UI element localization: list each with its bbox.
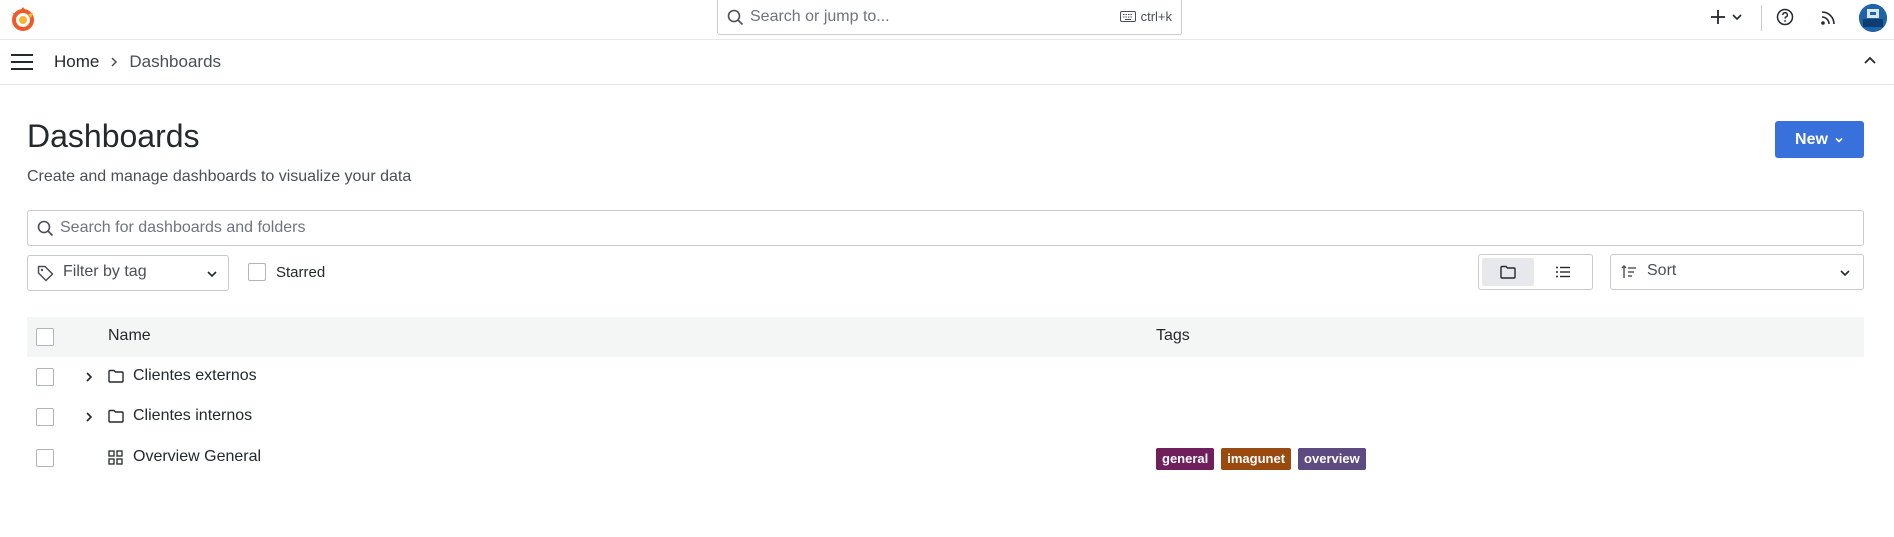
breadcrumb-home-link[interactable]: Home [54,52,99,72]
list-view-button[interactable] [1537,258,1589,286]
chevron-right-icon[interactable] [83,370,95,384]
page-subtitle: Create and manage dashboards to visualiz… [27,168,412,185]
menu-icon[interactable] [10,53,34,71]
select-all-checkbox[interactable] [36,328,54,346]
page-title: Dashboards [27,118,200,154]
folder-view-button[interactable] [1482,258,1534,286]
sort-icon [1621,265,1636,278]
search-shortcut: ctrl+k [1119,9,1172,24]
tag-filter-placeholder: Filter by tag [63,263,147,280]
row-checkbox[interactable] [36,449,54,467]
topbar-divider [1761,5,1762,31]
column-header-tags: Tags [1156,327,1190,344]
breadcrumb-current: Dashboards [129,52,222,71]
dashboard-search-input[interactable]: Search for dashboards and folders [27,210,1864,246]
breadcrumb-bar: Home Dashboards [0,40,1894,85]
dashboard-search-placeholder: Search for dashboards and folders [60,219,306,236]
starred-checkbox[interactable] [248,263,266,281]
row-name-link[interactable]: Overview General [133,448,261,466]
tag-filter-select[interactable]: Filter by tag [27,255,229,291]
sort-select[interactable]: Sort [1610,254,1864,290]
keyboard-icon [1119,11,1136,22]
chevron-down-icon [207,271,217,278]
row-checkbox[interactable] [36,368,54,386]
chevron-down-icon [1732,14,1742,21]
row-name-link[interactable]: Clientes internos [133,407,252,425]
table-row[interactable]: Clientes externos [27,357,1864,397]
starred-label: Starred [276,263,326,281]
tag-badge[interactable]: general [1156,448,1215,470]
table-row[interactable]: Overview General general imagunet overvi… [27,438,1864,478]
sort-placeholder: Sort [1647,262,1677,279]
chevron-right-icon[interactable] [83,410,95,424]
row-name-link[interactable]: Clientes externos [133,367,257,385]
search-icon [727,9,744,26]
user-avatar[interactable] [1859,4,1887,32]
help-icon [1776,8,1794,26]
folder-icon [108,369,124,383]
tag-badge[interactable]: overview [1298,448,1366,470]
add-menu-button[interactable] [1710,0,1743,34]
chevron-down-icon [1840,270,1850,277]
dashboard-grid-icon [108,450,123,465]
help-button[interactable] [1776,0,1794,34]
plus-icon [1711,10,1725,24]
search-icon [37,220,54,237]
list-icon [1556,266,1570,278]
folder-icon [1500,265,1516,279]
tag-list: general imagunet overview [1156,448,1366,470]
rss-icon [1821,10,1835,25]
folder-icon [108,409,124,423]
global-search-input[interactable]: Search or jump to... ctrl+k [717,0,1182,35]
tag-badge[interactable]: imagunet [1221,448,1292,470]
avatar-image-icon [1859,4,1887,32]
tag-icon [37,265,54,282]
starred-filter[interactable]: Starred [248,263,325,281]
table-row[interactable]: Clientes internos [27,397,1864,437]
table-header: Name Tags [27,317,1864,357]
new-button[interactable]: New [1775,121,1864,158]
grafana-logo-icon[interactable] [9,5,37,33]
chevron-right-icon [111,57,118,67]
new-button-label: New [1795,130,1828,148]
row-checkbox[interactable] [36,408,54,426]
chevron-up-icon[interactable] [1862,52,1878,68]
column-header-name: Name [108,327,151,344]
chevron-down-icon [1835,137,1843,143]
top-bar: Search or jump to... ctrl+k [0,0,1894,40]
news-button[interactable] [1820,0,1837,34]
shortcut-text: ctrl+k [1140,9,1172,24]
global-search-placeholder: Search or jump to... [750,8,890,25]
view-mode-toggle [1478,254,1593,290]
breadcrumb: Home Dashboards [54,52,221,72]
